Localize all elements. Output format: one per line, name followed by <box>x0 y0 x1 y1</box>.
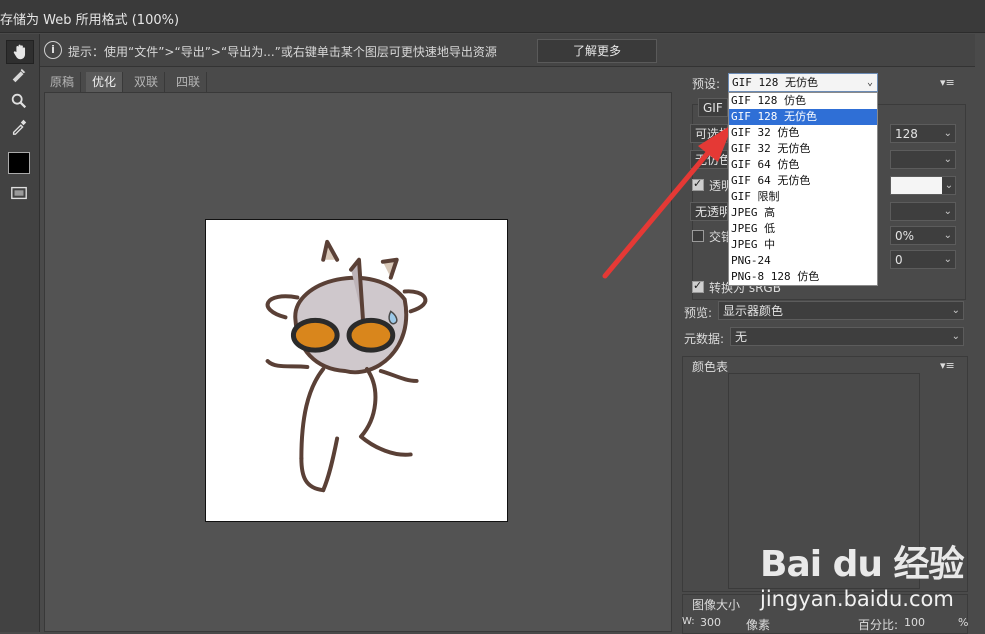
preset-menu-icon[interactable]: ▾≡ <box>940 76 955 89</box>
width-value[interactable]: 300 <box>700 616 721 629</box>
chevron-down-icon: ⌄ <box>943 154 952 165</box>
dither-percent-value: 0% <box>895 229 915 243</box>
preset-option[interactable]: GIF 32 无仿色 <box>729 141 877 157</box>
web-snap-value: 0 <box>895 253 903 267</box>
matte-color-field[interactable]: ⌄ <box>890 176 956 195</box>
preset-option[interactable]: JPEG 中 <box>729 237 877 253</box>
convert-srgb-checkbox[interactable] <box>692 279 704 293</box>
hint-text: 提示：使用“文件”>“导出”>“导出为...”或右键单击某个图层可更快速地导出资… <box>68 45 497 59</box>
learn-more-button[interactable]: 了解更多 <box>537 39 657 63</box>
interlace-checkbox[interactable] <box>692 230 704 242</box>
preset-option[interactable]: GIF 限制 <box>729 189 877 205</box>
preview-image <box>205 219 508 522</box>
preset-option[interactable]: JPEG 高 <box>729 205 877 221</box>
preview-select[interactable]: 显示器颜色 ⌄ <box>718 301 964 320</box>
view-tabs: 原稿 优化 双联 四联 <box>44 72 672 92</box>
preset-option[interactable]: PNG-24 <box>729 253 877 269</box>
hint-bar: i 提示：使用“文件”>“导出”>“导出为...”或右键单击某个图层可更快速地导… <box>40 34 975 67</box>
tool-palette <box>0 34 40 632</box>
slice-select-icon[interactable] <box>6 64 32 86</box>
preset-option-selected[interactable]: GIF 128 无仿色 <box>729 109 877 125</box>
chevron-down-icon: ⌄ <box>951 305 960 316</box>
transparency-checkbox[interactable] <box>692 177 704 191</box>
tab-original[interactable]: 原稿 <box>44 72 82 92</box>
preset-option[interactable]: GIF 64 仿色 <box>729 157 877 173</box>
metadata-value: 无 <box>735 330 748 344</box>
watermark-logo: Bai du 经验 <box>760 544 965 585</box>
colors-field[interactable]: 128 ⌄ <box>890 124 956 143</box>
metadata-select[interactable]: 无 ⌄ <box>730 327 964 346</box>
baidu-watermark: Bai du 经验 jingyan.baidu.com <box>760 535 970 630</box>
format-select[interactable]: GIF <box>698 98 728 117</box>
window-title: 存储为 Web 所用格式 (100%) <box>0 13 180 28</box>
chevron-down-icon: ⌄ <box>866 77 873 88</box>
chevron-down-icon: ⌄ <box>943 128 952 139</box>
chevron-down-icon: ⌄ <box>942 177 955 194</box>
web-snap-field[interactable]: 0 ⌄ <box>890 250 956 269</box>
preset-option[interactable]: GIF 64 无仿色 <box>729 173 877 189</box>
tab-2up[interactable]: 双联 <box>128 72 166 92</box>
info-icon: i <box>44 41 62 59</box>
dither-amount-field[interactable]: ⌄ <box>890 150 956 169</box>
watermark-url: jingyan.baidu.com <box>760 587 954 611</box>
tab-4up[interactable]: 四联 <box>170 72 208 92</box>
preset-option[interactable]: GIF 128 仿色 <box>729 93 877 109</box>
dither-percent-field[interactable]: 0% ⌄ <box>890 226 956 245</box>
preset-value: GIF 128 无仿色 <box>732 76 818 89</box>
preview-label: 预览: <box>684 306 713 320</box>
cartoon-character-image <box>265 239 428 493</box>
dither-select[interactable]: 无仿色 <box>690 150 728 169</box>
matte-dither-select[interactable]: 无透明 <box>690 202 728 221</box>
color-swatch[interactable] <box>8 152 30 174</box>
width-label: W: <box>682 616 695 627</box>
chevron-down-icon: ⌄ <box>943 254 952 265</box>
preset-option[interactable]: PNG-8 128 仿色 <box>729 269 877 285</box>
image-size-title: 图像大小 <box>692 598 741 612</box>
tab-optimized[interactable]: 优化 <box>86 72 124 92</box>
preset-dropdown-list[interactable]: GIF 128 仿色 GIF 128 无仿色 GIF 32 仿色 GIF 32 … <box>728 92 878 286</box>
preview-icon[interactable] <box>6 182 32 204</box>
metadata-label: 元数据: <box>684 332 725 346</box>
chevron-down-icon: ⌄ <box>951 331 960 342</box>
preset-option[interactable]: GIF 32 仿色 <box>729 125 877 141</box>
color-table-menu-icon[interactable]: ▾≡ <box>940 359 955 372</box>
preset-option[interactable]: JPEG 低 <box>729 221 877 237</box>
reduction-select[interactable]: 可选择 <box>690 124 728 143</box>
preview-value: 显示器颜色 <box>723 304 784 318</box>
eyedropper-icon[interactable] <box>6 116 32 138</box>
chevron-down-icon: ⌄ <box>943 230 952 241</box>
zoom-icon[interactable] <box>6 90 32 112</box>
amount-field[interactable]: ⌄ <box>890 202 956 221</box>
preset-select[interactable]: GIF 128 无仿色 ⌄ <box>728 73 878 92</box>
colors-value: 128 <box>895 127 918 141</box>
preset-label: 预设: <box>692 77 721 91</box>
chevron-down-icon: ⌄ <box>943 206 952 217</box>
title-bar: 存储为 Web 所用格式 (100%) <box>0 0 985 33</box>
color-table-title: 颜色表 <box>692 360 729 374</box>
hand-icon[interactable] <box>6 40 34 64</box>
